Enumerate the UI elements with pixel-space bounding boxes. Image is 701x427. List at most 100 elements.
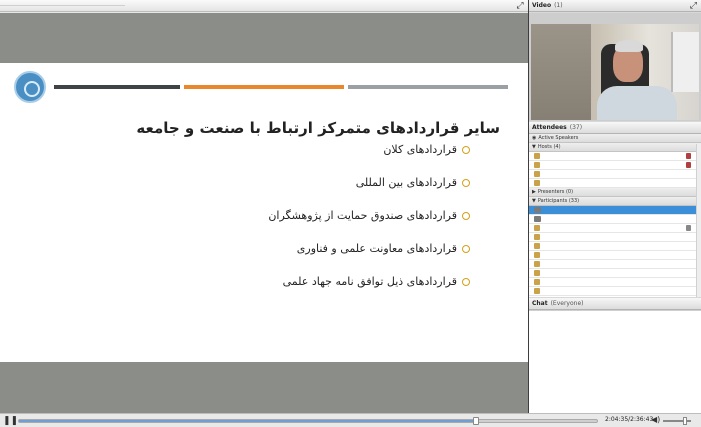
- video-pod-title: Video: [532, 2, 552, 9]
- active-speakers-row[interactable]: ◉ Active Speakers: [529, 134, 701, 143]
- participant-icon: [534, 270, 540, 276]
- host-icon: [534, 171, 540, 177]
- chat-pod-header: Chat (Everyone): [529, 298, 701, 310]
- attendee-row[interactable]: [529, 269, 701, 278]
- slide-bullet: قراردادهای بین المللی: [356, 176, 470, 189]
- attendees-scrollbar[interactable]: [696, 144, 701, 297]
- presentation-slide: سایر قراردادهای متمرکز ارتباط با صنعت و …: [0, 63, 528, 362]
- hosts-section-header[interactable]: ▼ Hosts (4): [529, 143, 701, 152]
- participant-icon: [534, 207, 541, 213]
- share-pod: ⤢ سایر قراردادهای متمرکز ارتباط با صنعت …: [0, 0, 528, 413]
- bullet-text: قراردادهای کلان: [383, 143, 457, 156]
- slide-bottom-band: [0, 362, 528, 413]
- participant-icon: [534, 216, 541, 222]
- participants-section-header[interactable]: ▼ Participants (33): [529, 197, 701, 206]
- slide-bullet: قراردادهای ذیل توافق نامه جهاد علمی: [283, 275, 470, 288]
- attendees-pod-header: Attendees (37): [529, 122, 701, 134]
- webcam-video-feed[interactable]: [531, 24, 699, 120]
- chevron-right-icon: ▶: [532, 189, 536, 195]
- volume-icon[interactable]: ◀): [651, 415, 660, 424]
- presenters-label: Presenters: [537, 189, 565, 195]
- host-icon: [534, 162, 540, 168]
- right-pods-column: Video (1) ⤢ Attendees (37) ◉ Active Speaker…: [529, 0, 701, 413]
- video-background-shelf: [671, 32, 699, 92]
- participant-icon: [534, 288, 540, 294]
- microphone-icon: [686, 153, 691, 159]
- microphone-icon: [686, 162, 691, 168]
- microphone-icon: [686, 225, 691, 231]
- meeting-recording-window: ⤢ سایر قراردادهای متمرکز ارتباط با صنعت …: [0, 0, 701, 427]
- share-pod-header: ⤢: [0, 0, 528, 12]
- attendee-row[interactable]: [529, 251, 701, 260]
- presenters-section-header[interactable]: ▶ Presenters (0): [529, 188, 701, 197]
- hosts-label: Hosts: [537, 144, 552, 150]
- decorative-bar-gray: [348, 85, 508, 89]
- bullet-circle-icon: [462, 178, 470, 187]
- slide-top-band: [0, 13, 528, 63]
- attendee-row[interactable]: [529, 206, 701, 215]
- chat-messages-area[interactable]: [529, 310, 701, 413]
- participant-icon: [534, 279, 540, 285]
- bullet-circle-icon: [462, 211, 470, 220]
- attendee-row[interactable]: [529, 233, 701, 242]
- participants-label: Participants: [537, 198, 568, 204]
- attendee-row[interactable]: [529, 179, 701, 188]
- decorative-bar-dark: [54, 85, 180, 89]
- speaker-icon: ◉: [532, 135, 537, 141]
- bullet-text: قراردادهای معاونت علمی و فناوری: [296, 242, 457, 255]
- video-pod-header: Video (1) ⤢: [529, 0, 701, 12]
- slide-title: سایر قراردادهای متمرکز ارتباط با صنعت و …: [136, 119, 500, 137]
- playback-time-readout: 2:04:35/2:36:43: [605, 416, 654, 423]
- video-pod-count: (1): [554, 2, 563, 9]
- slide-bullet: قراردادهای صندوق حمایت از پژوهشگران: [268, 209, 470, 222]
- participant-icon: [534, 234, 540, 240]
- attendees-pod-count: (37): [569, 124, 583, 131]
- active-speakers-label: Active Speakers: [538, 135, 579, 141]
- host-icon: [534, 180, 540, 186]
- chevron-down-icon: ▼: [532, 144, 536, 150]
- attendee-row[interactable]: [529, 224, 701, 233]
- video-pod: [529, 13, 701, 121]
- bullet-text: قراردادهای ذیل توافق نامه جهاد علمی: [282, 275, 457, 288]
- chat-pod-title: Chat: [532, 300, 548, 307]
- decorative-bar-orange: [184, 85, 344, 89]
- playback-bar: ❚❚ 2:04:35/2:36:43 ◀): [0, 413, 701, 427]
- fullscreen-icon[interactable]: ⤢: [515, 1, 525, 11]
- attendees-pod-title: Attendees: [532, 124, 567, 131]
- video-presenter-body: [597, 86, 677, 120]
- attendee-row[interactable]: [529, 260, 701, 269]
- pause-button[interactable]: ❚❚: [3, 416, 18, 426]
- slide-bullet: قراردادهای معاونت علمی و فناوری: [297, 242, 470, 255]
- attendee-row[interactable]: [529, 242, 701, 251]
- volume-handle[interactable]: [683, 417, 688, 425]
- attendees-list: ◉ Active Speakers ▼ Hosts (4) ▶ Presenters …: [529, 134, 701, 297]
- attendee-row[interactable]: [529, 278, 701, 287]
- attendee-row[interactable]: [529, 170, 701, 179]
- university-logo-icon: [14, 71, 46, 103]
- slide-bullet: قراردادهای کلان: [383, 143, 470, 156]
- video-presenter-hair: [615, 40, 643, 52]
- fullscreen-icon[interactable]: ⤢: [690, 0, 697, 12]
- bullet-circle-icon: [462, 244, 470, 253]
- bullet-circle-icon: [462, 277, 470, 286]
- participants-count: (33): [568, 198, 580, 204]
- playback-seek-handle[interactable]: [472, 417, 479, 425]
- attendee-row[interactable]: [529, 287, 701, 296]
- attendee-row[interactable]: [529, 152, 701, 161]
- participant-icon: [534, 243, 540, 249]
- volume-slider[interactable]: [663, 417, 691, 425]
- video-background: [531, 24, 591, 120]
- attendee-row[interactable]: [529, 161, 701, 170]
- bullet-text: قراردادهای صندوق حمایت از پژوهشگران: [268, 209, 457, 222]
- bullet-circle-icon: [462, 145, 470, 154]
- chat-pod-scope: (Everyone): [550, 300, 584, 307]
- chevron-down-icon: ▼: [532, 198, 536, 204]
- host-icon: [534, 153, 540, 159]
- playback-seek-bar[interactable]: [18, 417, 598, 425]
- share-pod-header-rule: [0, 5, 125, 6]
- participant-icon: [534, 261, 540, 267]
- presenters-count: (0): [565, 189, 574, 195]
- attendee-row[interactable]: [529, 215, 701, 224]
- bullet-text: قراردادهای بین المللی: [355, 176, 457, 189]
- participant-icon: [534, 225, 540, 231]
